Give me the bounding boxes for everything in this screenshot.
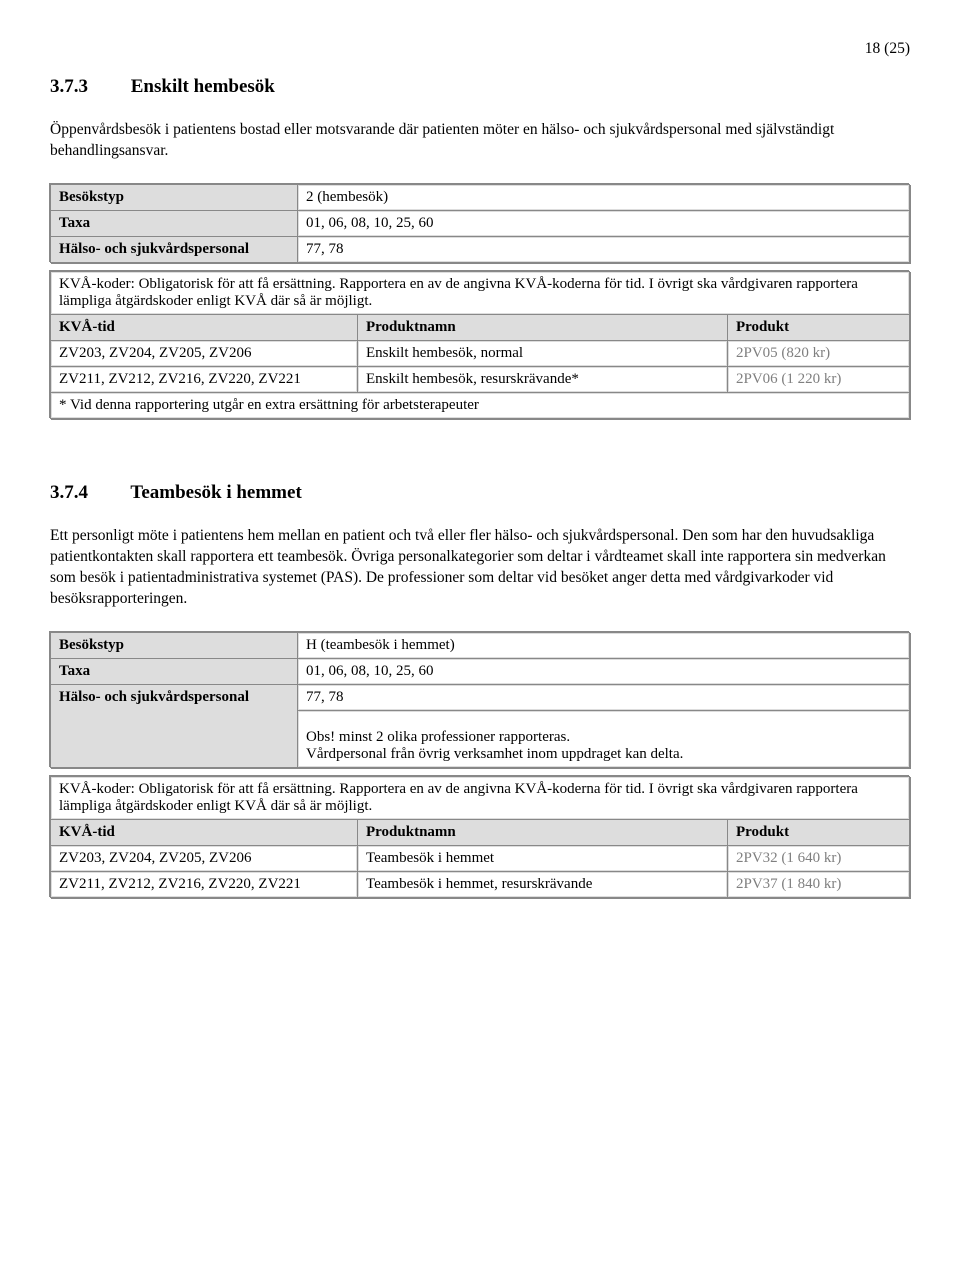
produkt-cell: 2PV32 (1 640 kr) [728, 845, 910, 871]
section-heading-374: 3.7.4 Teambesök i hemmet [50, 482, 910, 504]
obs-cell: Obs! minst 2 olika professioner rapporte… [298, 710, 910, 767]
kva-tid-cell: ZV203, ZV204, ZV205, ZV206 [51, 340, 358, 366]
section-intro-373: Öppenvårdsbesök i patientens bostad elle… [50, 120, 910, 162]
kva-tid-cell: ZV211, ZV212, ZV216, ZV220, ZV221 [51, 871, 358, 897]
kva-text: KVÅ-koder: Obligatorisk för att få ersät… [51, 271, 910, 314]
table-row: Taxa 01, 06, 08, 10, 25, 60 [51, 210, 910, 236]
section-title: Enskilt hembesök [131, 76, 275, 97]
kva-text: KVÅ-koder: Obligatorisk för att få ersät… [51, 776, 910, 819]
params-table-373: Besökstyp 2 (hembesök) Taxa 01, 06, 08, … [50, 184, 910, 263]
col-kva-tid: KVÅ-tid [51, 819, 358, 845]
table-row: Taxa 01, 06, 08, 10, 25, 60 [51, 658, 910, 684]
table-row: Besökstyp H (teambesök i hemmet) [51, 632, 910, 658]
section-number: 3.7.4 [50, 482, 88, 504]
table-row: * Vid denna rapportering utgår en extra … [51, 392, 910, 418]
besokstyp-value: 2 (hembesök) [298, 184, 910, 210]
produktnamn-cell: Teambesök i hemmet, resurskrävande [358, 871, 728, 897]
table-row: ZV211, ZV212, ZV216, ZV220, ZV221 Teambe… [51, 871, 910, 897]
footnote-cell: * Vid denna rapportering utgår en extra … [51, 392, 910, 418]
col-produkt: Produkt [728, 819, 910, 845]
section-heading-373: 3.7.3 Enskilt hembesök [50, 76, 910, 98]
obs-line-2: Vårdpersonal från övrig verksamhet inom … [306, 746, 683, 762]
produkt-cell: 2PV05 (820 kr) [728, 340, 910, 366]
table-row: ZV203, ZV204, ZV205, ZV206 Enskilt hembe… [51, 340, 910, 366]
col-produkt: Produkt [728, 314, 910, 340]
personal-label: Hälso- och sjukvårdspersonal [51, 684, 298, 767]
table-row: KVÅ-tid Produktnamn Produkt [51, 314, 910, 340]
page-number: 18 (25) [50, 40, 910, 58]
personal-value: 77, 78 [298, 236, 910, 262]
produkt-cell: 2PV06 (1 220 kr) [728, 366, 910, 392]
table-row: KVÅ-koder: Obligatorisk för att få ersät… [51, 776, 910, 819]
table-row: Hälso- och sjukvårdspersonal 77, 78 [51, 236, 910, 262]
col-kva-tid: KVÅ-tid [51, 314, 358, 340]
taxa-label: Taxa [51, 210, 298, 236]
besokstyp-value: H (teambesök i hemmet) [298, 632, 910, 658]
taxa-value: 01, 06, 08, 10, 25, 60 [298, 658, 910, 684]
personal-value: 77, 78 [298, 684, 910, 710]
besokstyp-label: Besökstyp [51, 184, 298, 210]
table-row: ZV203, ZV204, ZV205, ZV206 Teambesök i h… [51, 845, 910, 871]
table-row: ZV211, ZV212, ZV216, ZV220, ZV221 Enskil… [51, 366, 910, 392]
taxa-label: Taxa [51, 658, 298, 684]
kva-table-374: KVÅ-koder: Obligatorisk för att få ersät… [50, 776, 910, 898]
table-row: KVÅ-koder: Obligatorisk för att få ersät… [51, 271, 910, 314]
params-table-374: Besökstyp H (teambesök i hemmet) Taxa 01… [50, 632, 910, 768]
table-row: Besökstyp 2 (hembesök) [51, 184, 910, 210]
kva-tid-cell: ZV203, ZV204, ZV205, ZV206 [51, 845, 358, 871]
produktnamn-cell: Teambesök i hemmet [358, 845, 728, 871]
obs-line-1: Obs! minst 2 olika professioner rapporte… [306, 729, 570, 745]
produktnamn-cell: Enskilt hembesök, resurskrävande* [358, 366, 728, 392]
table-row: KVÅ-tid Produktnamn Produkt [51, 819, 910, 845]
section-intro-374: Ett personligt möte i patientens hem mel… [50, 526, 910, 610]
section-number: 3.7.3 [50, 76, 88, 98]
kva-table-373: KVÅ-koder: Obligatorisk för att få ersät… [50, 271, 910, 419]
taxa-value: 01, 06, 08, 10, 25, 60 [298, 210, 910, 236]
col-produktnamn: Produktnamn [358, 819, 728, 845]
produktnamn-cell: Enskilt hembesök, normal [358, 340, 728, 366]
produkt-cell: 2PV37 (1 840 kr) [728, 871, 910, 897]
personal-label: Hälso- och sjukvårdspersonal [51, 236, 298, 262]
table-row: Hälso- och sjukvårdspersonal 77, 78 [51, 684, 910, 710]
besokstyp-label: Besökstyp [51, 632, 298, 658]
section-title: Teambesök i hemmet [130, 482, 301, 503]
kva-tid-cell: ZV211, ZV212, ZV216, ZV220, ZV221 [51, 366, 358, 392]
col-produktnamn: Produktnamn [358, 314, 728, 340]
